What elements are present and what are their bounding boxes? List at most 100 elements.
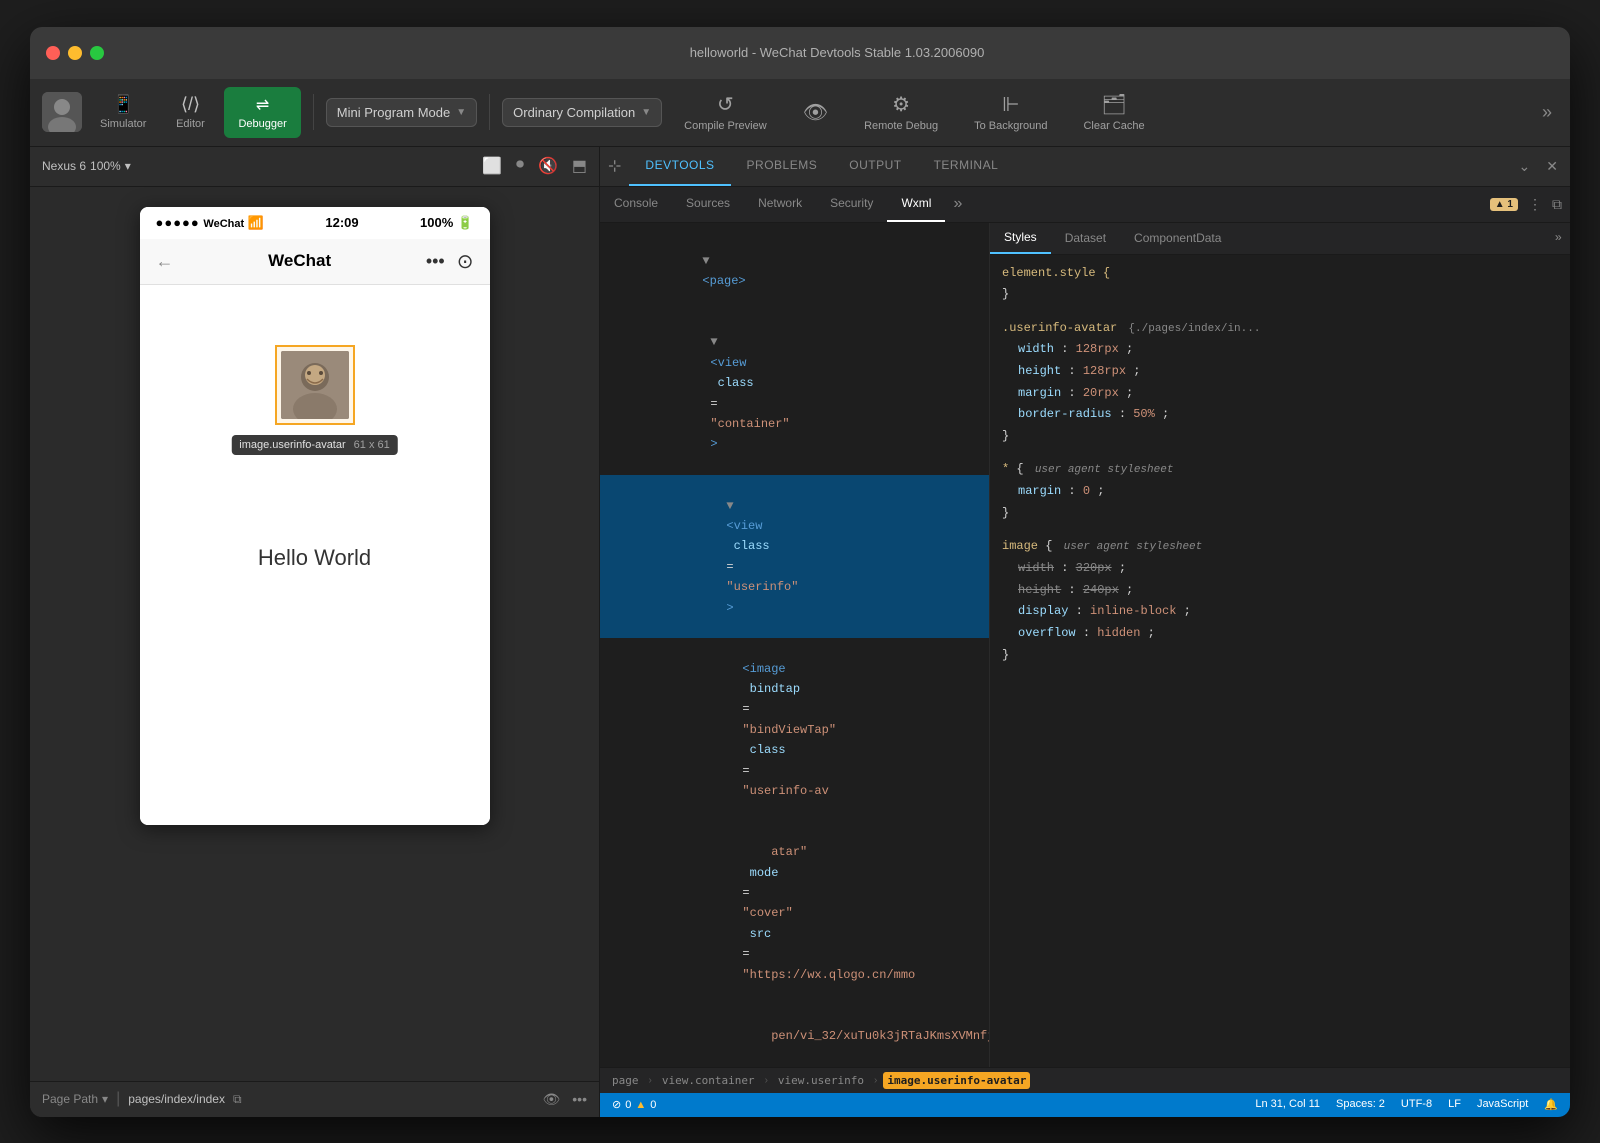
phone-nav-bar: ← WeChat ••• ⊙	[140, 239, 490, 285]
rotate-icon[interactable]: ⬜	[482, 156, 502, 176]
breadcrumb-item-page[interactable]: page	[608, 1072, 643, 1089]
chevron-down-icon: ▼	[456, 107, 466, 118]
style-selector: element.style {	[1002, 263, 1558, 285]
status-right: Ln 31, Col 11 Spaces: 2 UTF-8 LF JavaScr…	[1255, 1098, 1558, 1111]
close-button[interactable]	[46, 46, 60, 60]
tab-sources[interactable]: Sources	[672, 187, 744, 222]
page-path-value: pages/index/index	[128, 1092, 225, 1106]
status-line-ending: LF	[1448, 1098, 1461, 1111]
phone-body: image.userinfo-avatar 61 x 61 Hello Worl…	[140, 285, 490, 825]
simulator-button[interactable]: 📱 Simulator	[90, 88, 156, 136]
chevron-down-icon-4: ▾	[102, 1092, 108, 1106]
xml-line: <image bindtap = "bindViewTap" class = "…	[600, 638, 989, 822]
inner-tabs-more[interactable]: »	[945, 187, 970, 222]
chevron-down-icon-2: ▼	[641, 107, 651, 118]
inspect-icon[interactable]: ⊹	[600, 147, 629, 186]
tab-console[interactable]: Console	[600, 187, 672, 222]
devtools-panel: ⊹ DEVTOOLS PROBLEMS OUTPUT TERMINAL ⌄ ✕ …	[600, 147, 1570, 1117]
styles-body: element.style { } .userinfo-avatar {./pa…	[990, 255, 1570, 687]
settings-icon[interactable]: ⋮	[1528, 196, 1542, 213]
close-panel-icon[interactable]: ✕	[1542, 154, 1562, 179]
capture-icon[interactable]: ⬒	[572, 156, 587, 176]
inner-tabs: Console Sources Network Security Wxml » …	[600, 187, 1570, 223]
tab-terminal[interactable]: TERMINAL	[918, 147, 1015, 186]
breadcrumb-item-avatar[interactable]: image.userinfo-avatar	[883, 1072, 1030, 1089]
style-close: }	[1002, 284, 1558, 306]
styles-more[interactable]: »	[1547, 223, 1570, 254]
status-time: 12:09	[325, 215, 358, 230]
editor-button[interactable]: ⟨/⟩ Editor	[164, 88, 216, 136]
status-ln-col: Ln 31, Col 11	[1255, 1098, 1320, 1111]
copy-panel-icon[interactable]: ⧉	[1552, 196, 1562, 213]
compilation-dropdown[interactable]: Ordinary Compilation ▼	[502, 98, 662, 127]
wxml-panel: ▼ <page> ▼ <view class = "container" >	[600, 223, 990, 1067]
style-rule-avatar: .userinfo-avatar {./pages/index/in... wi…	[1002, 318, 1558, 448]
xml-line: ▼ <page>	[600, 231, 989, 313]
style-prop-overflow: overflow : hidden ;	[1002, 623, 1558, 645]
styles-tab-dataset[interactable]: Dataset	[1051, 223, 1120, 254]
bottom-icons: 👁 •••	[543, 1091, 588, 1108]
page-path-selector[interactable]: Page Path ▾	[42, 1092, 108, 1106]
styles-tab-styles[interactable]: Styles	[990, 223, 1051, 254]
style-close-2: }	[1002, 426, 1558, 448]
tab-security[interactable]: Security	[816, 187, 887, 222]
inner-tabs-actions: ▲ 1 ⋮ ⧉	[1490, 187, 1570, 222]
breadcrumb-item-userinfo[interactable]: view.userinfo	[774, 1072, 868, 1089]
remote-debug-button[interactable]: ⚙ Remote Debug	[850, 86, 952, 138]
xml-line: atar" mode = "cover" src = "https://wx.q…	[600, 822, 989, 1006]
style-close-4: }	[1002, 645, 1558, 667]
path-separator: |	[116, 1090, 120, 1108]
remote-debug-icon: ⚙	[892, 92, 910, 117]
clear-cache-button[interactable]: 🗂 Clear Cache	[1069, 86, 1158, 138]
wifi-icon-sym: 📶	[248, 215, 264, 230]
style-prop-width-320: width : 320px ;	[1002, 558, 1558, 580]
xml-line-selected[interactable]: ▼ <view class = "userinfo" >	[600, 475, 989, 638]
maximize-button[interactable]	[90, 46, 104, 60]
debugger-button[interactable]: ⇌ Debugger	[224, 87, 300, 138]
compile-preview-button[interactable]: ↺ Compile Preview	[670, 86, 781, 138]
tab-devtools[interactable]: DEVTOOLS	[629, 147, 730, 186]
device-selector[interactable]: Nexus 6 100% ▾	[42, 159, 131, 173]
breadcrumb-item-container[interactable]: view.container	[658, 1072, 759, 1089]
simulator-toolbar: Nexus 6 100% ▾ ⬜ ⏺ 🔇 ⬒	[30, 147, 599, 187]
minimize-button[interactable]	[68, 46, 82, 60]
collapse-icon[interactable]: ▼	[702, 254, 709, 268]
avatar-highlight	[275, 345, 355, 425]
more-button[interactable]: »	[1536, 96, 1558, 129]
capture-circle-icon: ⊙	[457, 249, 474, 274]
warning-count: 0	[650, 1099, 656, 1111]
copy-icon[interactable]: ⧉	[233, 1092, 242, 1107]
bell-icon[interactable]: 🔔	[1544, 1098, 1558, 1111]
styles-tab-componentdata[interactable]: ComponentData	[1120, 223, 1235, 254]
phone-page-title: WeChat	[268, 251, 331, 271]
simulator-icon: 📱	[112, 94, 134, 115]
record-icon[interactable]: ⏺	[516, 156, 524, 176]
main-content: Nexus 6 100% ▾ ⬜ ⏺ 🔇 ⬒ ●●●●●	[30, 147, 1570, 1117]
userinfo-avatar[interactable]	[281, 351, 349, 419]
avatar-tooltip: image.userinfo-avatar 61 x 61	[231, 435, 397, 455]
style-rule-image: image { user agent stylesheet width : 32…	[1002, 536, 1558, 666]
tab-wxml[interactable]: Wxml	[887, 187, 945, 222]
tab-network[interactable]: Network	[744, 187, 816, 222]
tab-output[interactable]: OUTPUT	[833, 147, 917, 186]
chevron-down-icon-5[interactable]: ⌄	[1515, 154, 1535, 179]
mode-dropdown[interactable]: Mini Program Mode ▼	[326, 98, 477, 127]
eye-icon-2[interactable]: 👁	[543, 1091, 561, 1108]
devtools-tabs: ⊹ DEVTOOLS PROBLEMS OUTPUT TERMINAL ⌄ ✕	[600, 147, 1570, 187]
dots-icon[interactable]: •••	[572, 1091, 587, 1108]
style-selector-2: .userinfo-avatar {./pages/index/in...	[1002, 318, 1558, 340]
collapse-icon[interactable]: ▼	[726, 499, 733, 513]
battery-icon: 🔋	[457, 215, 473, 231]
wifi-label: WeChat	[203, 218, 244, 230]
preview-button[interactable]: 👁	[789, 94, 842, 131]
collapse-icon[interactable]: ▼	[710, 335, 717, 349]
warning-icon: ▲	[635, 1099, 646, 1111]
app-window: helloworld - WeChat Devtools Stable 1.03…	[30, 27, 1570, 1117]
audio-icon[interactable]: 🔇	[538, 156, 558, 176]
to-background-button[interactable]: ⊩ To Background	[960, 86, 1061, 138]
back-icon: ←	[156, 251, 174, 272]
tab-problems[interactable]: PROBLEMS	[731, 147, 834, 186]
status-language: JavaScript	[1477, 1098, 1528, 1111]
avatar-container: image.userinfo-avatar 61 x 61	[275, 345, 355, 425]
status-spaces: Spaces: 2	[1336, 1098, 1385, 1111]
